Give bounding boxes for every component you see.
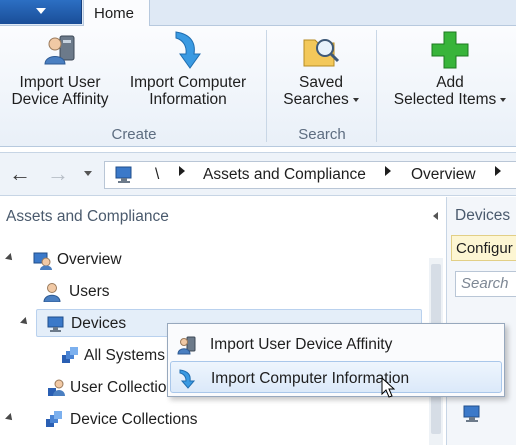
ribbon: Import User Device Affinity Import Compu… (0, 26, 516, 147)
ribbon-divider (376, 30, 377, 142)
forward-arrow-icon[interactable]: → (44, 163, 72, 187)
breadcrumb-assets-compliance[interactable]: Assets and Compliance (203, 166, 366, 184)
add-selected-label-1: Add (436, 74, 464, 91)
user-icon (42, 282, 62, 303)
import-user-label-2: Device Affinity (11, 91, 109, 108)
breadcrumb-separator-icon[interactable] (385, 166, 391, 176)
back-arrow-icon[interactable]: ← (6, 163, 34, 187)
add-selected-label-2: Selected Items (388, 91, 512, 108)
import-user-device-affinity-button[interactable]: Import User Device Affinity (10, 28, 110, 108)
import-computer-label-2: Information (149, 91, 227, 108)
tree-item-label: All Systems (84, 347, 165, 364)
menu-item-label: Import User Device Affinity (210, 336, 393, 353)
tree-item-label: User Collections (70, 379, 168, 396)
navigation-pane: Assets and Compliance Overview Users Dev… (0, 197, 443, 445)
pane-title: Assets and Compliance (6, 208, 169, 225)
collapse-icon[interactable] (20, 317, 30, 327)
content-pane: Devices Configur Search (446, 197, 516, 445)
breadcrumb-separator-icon[interactable] (179, 166, 185, 176)
group-label-create: Create (111, 126, 157, 143)
tree-item-label: Overview (57, 251, 122, 268)
tree-item-device-collections[interactable]: Device Collections (5, 406, 246, 434)
folder-search-icon (301, 28, 341, 74)
breadcrumb-separator-icon[interactable] (495, 166, 501, 176)
tree-item-user-collections[interactable]: User Collections (44, 374, 168, 402)
computer-icon (115, 166, 135, 189)
collapse-pane-icon[interactable] (433, 212, 438, 220)
tree-item-label: Device Collections (70, 411, 198, 428)
breadcrumb: \ Assets and Compliance Overview (104, 161, 516, 189)
menu-item-import-computer-information[interactable]: Import Computer Information (170, 361, 502, 393)
menu-item-import-user-device-affinity[interactable]: Import User Device Affinity (170, 328, 502, 360)
tree-item-label: Devices (71, 315, 127, 332)
user-computer-icon (40, 28, 80, 74)
green-plus-icon (430, 28, 470, 74)
context-menu: Import User Device Affinity Import Compu… (167, 323, 505, 397)
navigation-bar: ← → \ Assets and Compliance Overview (0, 152, 516, 196)
saved-searches-label-2: Searches (276, 91, 366, 108)
dropdown-arrow-icon (352, 97, 359, 102)
ribbon-tab-bar: Home (0, 0, 516, 27)
collapse-icon[interactable] (5, 413, 15, 423)
import-user-label-1: Import User (19, 74, 101, 91)
search-input[interactable]: Search (455, 271, 516, 297)
user-computer-icon (176, 334, 198, 356)
tree-item-all-systems[interactable]: All Systems (58, 342, 178, 370)
computer-icon (463, 405, 483, 428)
menu-item-label: Import Computer Information (211, 370, 410, 387)
tree-item-users[interactable]: Users (40, 278, 180, 306)
import-arrow-icon (168, 28, 208, 74)
history-dropdown-icon[interactable] (84, 171, 92, 176)
chevron-down-icon (36, 8, 46, 14)
tree-item-overview[interactable]: Overview (5, 246, 206, 274)
mouse-pointer-icon (381, 376, 396, 404)
dropdown-arrow-icon (500, 97, 507, 102)
collection-icon (60, 346, 80, 366)
content-title: Devices (455, 207, 511, 224)
saved-searches-label-1: Saved (299, 74, 343, 91)
ribbon-divider (266, 30, 267, 142)
tree-item-label: Users (69, 283, 110, 300)
tab-home[interactable]: Home (83, 0, 150, 27)
application-menu-button[interactable] (0, 0, 82, 24)
breadcrumb-root[interactable]: \ (155, 166, 159, 184)
breadcrumb-overview[interactable]: Overview (411, 166, 476, 184)
collection-icon (44, 410, 64, 430)
import-arrow-icon (177, 368, 199, 390)
collapse-icon[interactable] (5, 253, 15, 263)
add-selected-items-button[interactable]: Add Selected Items (388, 28, 512, 108)
overview-icon (32, 250, 52, 270)
saved-searches-button[interactable]: Saved Searches (276, 28, 366, 108)
computer-icon (46, 314, 66, 334)
import-computer-label-1: Import Computer (129, 74, 247, 91)
import-computer-information-button[interactable]: Import Computer Information (124, 28, 252, 108)
configuration-banner[interactable]: Configur (451, 235, 516, 261)
group-label-search: Search (298, 126, 346, 143)
user-collection-icon (46, 378, 66, 398)
